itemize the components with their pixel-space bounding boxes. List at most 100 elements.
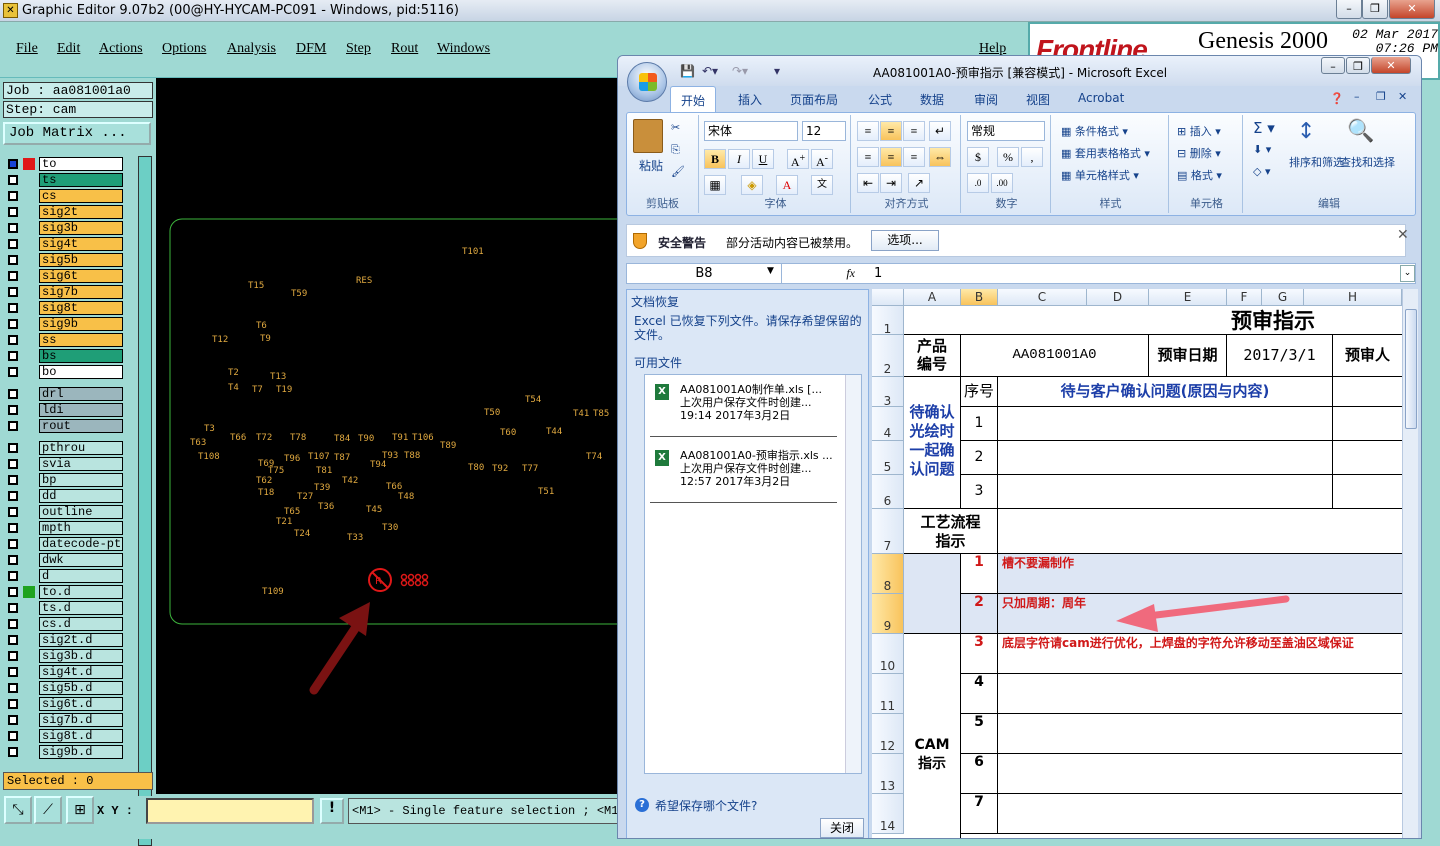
qat-customize-icon[interactable]: ▾ (774, 64, 780, 78)
col-header-h[interactable]: H (1304, 289, 1402, 306)
layer-checkbox[interactable] (8, 271, 18, 281)
row-header[interactable]: 6 (872, 475, 904, 509)
layer-name[interactable]: sig8t.d (39, 729, 123, 743)
phonetic-icon[interactable]: 文 (811, 175, 833, 195)
zoom-tool-icon[interactable]: ⤡ (4, 796, 32, 824)
layer-checkbox[interactable] (8, 459, 18, 469)
ribbon-close-icon[interactable]: ✕ (1398, 90, 1407, 103)
layer-name[interactable]: sig6t (39, 269, 123, 283)
layer-checkbox[interactable] (8, 319, 18, 329)
align-middle-icon[interactable]: ≡ (880, 121, 902, 141)
layer-name[interactable]: rout (39, 419, 123, 433)
underline-button[interactable]: U (752, 149, 774, 169)
cam-seq-cell[interactable]: 1 (961, 554, 998, 594)
confirm-cell[interactable] (998, 441, 1333, 475)
ribbon-tab[interactable]: Acrobat (1078, 91, 1124, 105)
layer-name[interactable]: sig7b.d (39, 713, 123, 727)
layer-checkbox[interactable] (8, 699, 18, 709)
sheet-vertical-scrollbar[interactable] (1402, 289, 1418, 838)
confirm-cell[interactable] (998, 407, 1333, 441)
layer-checkbox[interactable] (8, 747, 18, 757)
paste-icon[interactable] (633, 119, 663, 153)
layer-name[interactable]: svia (39, 457, 123, 471)
layer-row[interactable]: ldi (3, 402, 124, 418)
ribbon-tab[interactable]: 视图 (1026, 91, 1050, 108)
col-header-g[interactable]: G (1262, 289, 1304, 306)
row-header[interactable]: 12 (872, 714, 904, 754)
expand-formula-icon[interactable]: ⌄ (1400, 265, 1415, 282)
layer-name[interactable]: sig9b.d (39, 745, 123, 759)
cell-h6[interactable] (1333, 475, 1402, 509)
decrease-indent-icon[interactable]: ⇤ (857, 173, 879, 193)
cam-seq-cell[interactable]: 4 (961, 674, 998, 714)
layer-checkbox[interactable] (8, 287, 18, 297)
sort-filter-icon[interactable]: ↕ (1297, 119, 1315, 144)
layer-row[interactable]: cs (3, 188, 124, 204)
redo-icon[interactable]: ↷▾ (732, 64, 748, 78)
menu-options[interactable]: Options (162, 41, 206, 57)
layer-name[interactable]: sig7b (39, 285, 123, 299)
row-header[interactable]: 9 (872, 594, 904, 634)
layer-name[interactable]: ss (39, 333, 123, 347)
menu-file[interactable]: File (16, 41, 38, 57)
layer-checkbox[interactable] (8, 539, 18, 549)
layer-row[interactable]: rout (3, 418, 124, 434)
fill-color-icon[interactable]: ◈ (741, 175, 763, 195)
percent-icon[interactable]: % (997, 147, 1019, 167)
layer-checkbox[interactable] (8, 507, 18, 517)
row-header[interactable]: 1 (872, 306, 904, 336)
layer-row[interactable]: d (3, 568, 124, 584)
layer-checkbox[interactable] (8, 667, 18, 677)
layer-checkbox[interactable] (8, 191, 18, 201)
row-header[interactable]: 14 (872, 794, 904, 834)
layer-name[interactable]: pthrou (39, 441, 123, 455)
measure-tool-icon[interactable]: ⟋ (34, 796, 62, 824)
seq-cell[interactable]: 2 (961, 441, 998, 475)
layer-scrollbar[interactable] (138, 156, 152, 846)
clear-icon[interactable]: ◇ ▾ (1253, 165, 1270, 178)
row-header[interactable]: 10 (872, 634, 904, 674)
ribbon-tab[interactable]: 审阅 (974, 91, 998, 108)
layer-name[interactable]: to (39, 157, 123, 171)
pre-person-label[interactable]: 预审人 (1333, 335, 1402, 377)
layer-name[interactable]: ts (39, 173, 123, 187)
layer-row[interactable]: sig5b (3, 252, 124, 268)
number-format-select[interactable]: 常规 (967, 121, 1045, 141)
row-header[interactable]: 13 (872, 754, 904, 794)
layer-name[interactable]: bs (39, 349, 123, 363)
font-name-select[interactable]: 宋体 (704, 121, 798, 141)
layer-row[interactable]: dwk (3, 552, 124, 568)
cell-h3[interactable] (1333, 377, 1402, 407)
ribbon-tab[interactable]: 数据 (920, 91, 944, 108)
security-options-button[interactable]: 选项... (871, 230, 939, 251)
cam-instruction-cell[interactable]: 底层字符请cam进行优化，上焊盘的字符允许移动至盖油区域保证 (998, 634, 1402, 674)
cam-label[interactable]: CAM指示 (904, 634, 961, 838)
ribbon-minimize-icon[interactable]: – (1354, 90, 1360, 103)
layer-checkbox[interactable] (8, 523, 18, 533)
format-cells-button[interactable]: ▤ 格式 ▾ (1177, 167, 1222, 183)
italic-button[interactable]: I (728, 149, 750, 169)
select-all-corner[interactable] (872, 289, 904, 306)
layer-checkbox[interactable] (8, 683, 18, 693)
layer-name[interactable]: datecode-ptc (39, 537, 123, 551)
increase-indent-icon[interactable]: ⇥ (880, 173, 902, 193)
layer-checkbox[interactable] (8, 715, 18, 725)
recovery-close-button[interactable]: 关闭 (820, 818, 864, 838)
fill-icon[interactable]: ⬇ ▾ (1253, 143, 1271, 156)
layer-checkbox[interactable] (8, 571, 18, 581)
col-header-e[interactable]: E (1149, 289, 1227, 306)
layer-name[interactable]: d (39, 569, 123, 583)
layer-row[interactable]: sig7b.d (3, 712, 124, 728)
layer-row[interactable]: outline (3, 504, 124, 520)
seq-header[interactable]: 序号 (961, 377, 998, 407)
layer-name[interactable]: cs.d (39, 617, 123, 631)
currency-icon[interactable]: $ (967, 147, 989, 167)
layer-name[interactable]: sig6t.d (39, 697, 123, 711)
recovered-file-2[interactable]: X AA081001A0-预审指示.xls ... 上次用户保存文件时创建... 1… (645, 447, 841, 491)
save-icon[interactable]: 💾 (680, 64, 695, 78)
menu-rout[interactable]: Rout (391, 41, 418, 57)
format-painter-icon[interactable]: 🖌 (671, 165, 685, 178)
conditional-format-button[interactable]: ▦ 条件格式 ▾ (1061, 123, 1128, 139)
recovered-file-1[interactable]: X AA081001A0制作单.xls [... 上次用户保存文件时创建... 19… (645, 381, 841, 425)
layer-row[interactable]: to (3, 156, 124, 172)
